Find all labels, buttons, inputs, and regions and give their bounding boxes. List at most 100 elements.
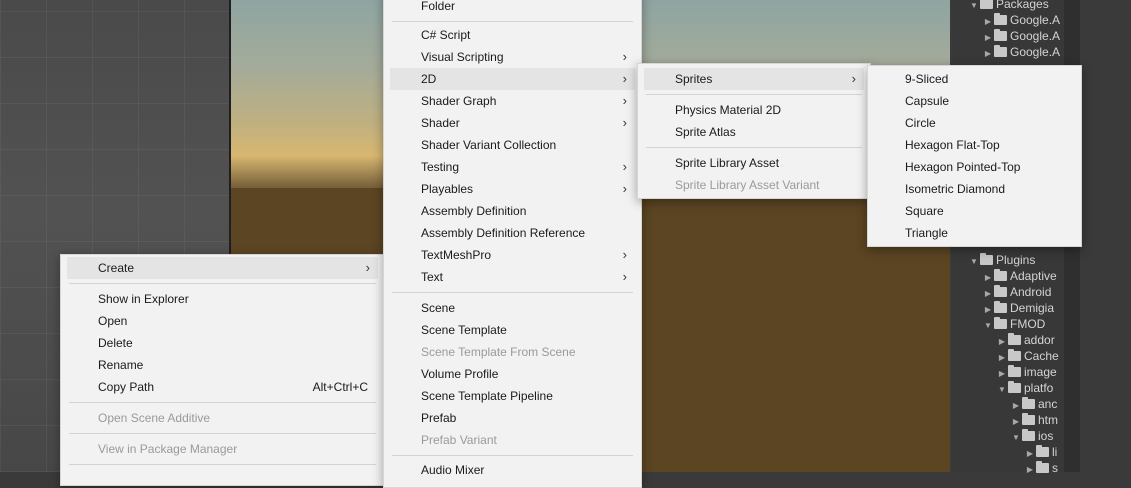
menu-item-shader-graph[interactable]: Shader Graph › [390,90,635,112]
tree-item[interactable]: ▶ htm [1010,412,1064,428]
tree-item-label: image [1024,365,1057,379]
triangle-right-icon[interactable]: ▶ [982,46,994,60]
triangle-right-icon[interactable]: ▶ [1024,462,1036,476]
tree-item[interactable]: ▶ Google.A [982,28,1064,44]
tree-item[interactable]: ▶ Google.A [982,44,1064,60]
menu-separator [69,464,376,465]
triangle-right-icon[interactable]: ▶ [996,334,1008,348]
menu-item-delete[interactable]: Delete [67,332,378,354]
menu-item-physics-material-2d[interactable]: Physics Material 2D [644,99,864,121]
triangle-right-icon[interactable]: ▶ [982,302,994,316]
menu-item-sprite-hexagon-flat-top[interactable]: Hexagon Flat-Top [874,134,1075,156]
menu-item-visual-scripting[interactable]: Visual Scripting › [390,46,635,68]
menu-separator [69,283,376,284]
triangle-right-icon[interactable]: ▶ [982,30,994,44]
triangle-down-icon[interactable]: ▼ [968,0,980,12]
triangle-right-icon[interactable]: ▶ [982,14,994,28]
tree-item[interactable]: ▶ anc [1010,396,1064,412]
menu-item-shader-variant-collection[interactable]: Shader Variant Collection [390,134,635,156]
menu-item-sprite-isometric-diamond[interactable]: Isometric Diamond [874,178,1075,200]
menu-item-assembly-definition-reference[interactable]: Assembly Definition Reference [390,222,635,244]
triangle-down-icon[interactable]: ▼ [1010,430,1022,444]
menu-item-text[interactable]: Text › [390,266,635,288]
tree-item[interactable]: ▶ image [996,364,1064,380]
menu-item-create[interactable]: Create › [67,257,378,279]
menu-item-prefab[interactable]: Prefab [390,407,635,429]
menu-item-label: Show in Explorer [98,292,189,306]
menu-separator [392,292,633,293]
menu-item-label: Circle [905,116,936,130]
2d-submenu[interactable]: Sprites › Physics Material 2D Sprite Atl… [637,63,871,199]
tree-item-label: addor [1024,333,1055,347]
menu-item-scene-template-pipeline[interactable]: Scene Template Pipeline [390,385,635,407]
chevron-right-icon: › [622,181,627,196]
sprites-submenu[interactable]: 9-Sliced Capsule Circle Hexagon Flat-Top… [867,65,1082,247]
menu-item-sprites[interactable]: Sprites › [644,68,864,90]
menu-item-folder[interactable]: Folder [390,0,635,17]
menu-item-label: Rename [98,358,144,372]
triangle-right-icon[interactable]: ▶ [982,270,994,284]
tree-item[interactable]: ▼ Plugins [968,252,1064,268]
triangle-right-icon[interactable]: ▶ [1010,414,1022,428]
triangle-down-icon[interactable]: ▼ [968,254,980,268]
menu-item-sprite-hexagon-pointed-top[interactable]: Hexagon Pointed-Top [874,156,1075,178]
triangle-right-icon[interactable]: ▶ [996,366,1008,380]
tree-item[interactable]: ▶ li [1024,444,1064,460]
tree-item-label: Plugins [996,253,1036,267]
menu-item-audio-mixer[interactable]: Audio Mixer [390,459,635,481]
tree-item[interactable]: ▶ s [1024,460,1064,476]
menu-item-sprite-capsule[interactable]: Capsule [874,90,1075,112]
menu-item-shader[interactable]: Shader › [390,112,635,134]
tree-item[interactable]: ▶ Adaptive [982,268,1064,284]
menu-item-sprite-atlas[interactable]: Sprite Atlas [644,121,864,143]
menu-item-open[interactable]: Open [67,310,378,332]
triangle-right-icon[interactable]: ▶ [1010,398,1022,412]
triangle-right-icon[interactable]: ▶ [996,350,1008,364]
tree-item[interactable]: ▶ Cache [996,348,1064,364]
tree-item[interactable]: ▼ Packages [968,0,1064,12]
menu-item-textmeshpro[interactable]: TextMeshPro › [390,244,635,266]
triangle-down-icon[interactable]: ▼ [982,318,994,332]
triangle-down-icon[interactable]: ▼ [996,382,1008,396]
menu-item-label: Capsule [905,94,950,108]
menu-item-rename[interactable]: Rename [67,354,378,376]
project-context-menu[interactable]: Create › Show in Explorer Open Delete Re… [60,254,385,486]
tree-item[interactable]: ▼ platfo [996,380,1064,396]
menu-item-playables[interactable]: Playables › [390,178,635,200]
triangle-right-icon[interactable]: ▶ [982,286,994,300]
menu-item-sprite-9-sliced[interactable]: 9-Sliced [874,68,1075,90]
menu-item-label: Sprites [675,72,713,86]
menu-item-label: Triangle [905,226,948,240]
folder-icon [1008,333,1021,345]
menu-separator [646,147,862,148]
folder-icon [994,285,1007,297]
create-submenu[interactable]: Folder C# Script Visual Scripting › 2D ›… [383,0,642,488]
tree-item-label: FMOD [1010,317,1046,331]
tree-item[interactable]: ▼ ios [1010,428,1064,444]
tree-item[interactable]: ▶ Google.A [982,12,1064,28]
menu-item-show-in-explorer[interactable]: Show in Explorer [67,288,378,310]
menu-item-sprite-library-asset[interactable]: Sprite Library Asset [644,152,864,174]
tree-item[interactable]: ▶ addor [996,332,1064,348]
menu-item-copy-path[interactable]: Copy Path Alt+Ctrl+C [67,376,378,398]
menu-item-2d[interactable]: 2D › [390,68,635,90]
menu-item-sprite-square[interactable]: Square [874,200,1075,222]
menu-item-assembly-definition[interactable]: Assembly Definition [390,200,635,222]
tree-item[interactable]: ▶ Android [982,284,1064,300]
menu-item-volume-profile[interactable]: Volume Profile [390,363,635,385]
menu-item-csharp-script[interactable]: C# Script [390,24,635,46]
folder-icon [994,45,1007,57]
menu-item-scene[interactable]: Scene [390,297,635,319]
tree-item[interactable]: ▼ FMOD [982,316,1064,332]
menu-item-sprite-circle[interactable]: Circle [874,112,1075,134]
menu-item-label: Audio Mixer [421,463,485,477]
menu-item-scene-template[interactable]: Scene Template [390,319,635,341]
menu-item-label: Square [905,204,944,218]
tree-item-label: Cache [1024,349,1059,363]
menu-item-sprite-triangle[interactable]: Triangle [874,222,1075,244]
menu-item-label: TextMeshPro [421,248,492,262]
triangle-right-icon[interactable]: ▶ [1024,446,1036,460]
folder-icon [1008,349,1021,361]
tree-item[interactable]: ▶ Demigia [982,300,1064,316]
menu-item-testing[interactable]: Testing › [390,156,635,178]
